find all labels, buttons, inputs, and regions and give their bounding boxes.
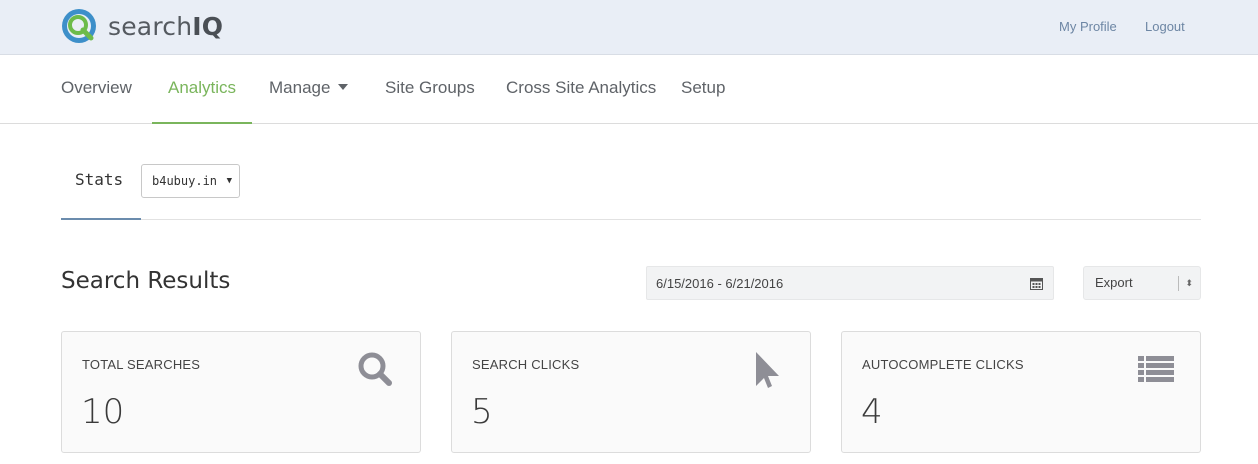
- search-icon: [358, 352, 392, 386]
- nav-manage[interactable]: Manage: [253, 55, 364, 124]
- logo-text: searchIQ: [108, 11, 224, 41]
- card-value: 10: [81, 392, 125, 432]
- card-label: TOTAL SEARCHES: [82, 357, 201, 372]
- stats-tab-label: Stats: [75, 170, 124, 189]
- date-range-value: 6/15/2016 - 6/21/2016: [656, 276, 784, 291]
- nav-overview[interactable]: Overview: [45, 55, 148, 124]
- logo-mark-icon: [62, 9, 96, 43]
- updown-arrows-icon: ⬍: [1185, 278, 1193, 288]
- top-bar: searchIQ My Profile Logout: [0, 0, 1258, 55]
- nav-site-groups[interactable]: Site Groups: [369, 55, 491, 124]
- export-divider: [1178, 276, 1179, 291]
- card-label: SEARCH CLICKS: [472, 357, 580, 372]
- logo[interactable]: searchIQ: [60, 6, 223, 46]
- logout-link[interactable]: Logout: [1145, 19, 1185, 34]
- site-select[interactable]: b4ubuy.in ▼: [141, 164, 240, 198]
- select-arrow-icon: ▼: [226, 176, 232, 186]
- main-nav: Overview Analytics Manage Site Groups Cr…: [0, 55, 1258, 124]
- page-title: Search Results: [61, 268, 231, 294]
- list-icon: [1138, 356, 1174, 382]
- date-range-picker[interactable]: 6/15/2016 - 6/21/2016: [646, 266, 1054, 300]
- my-profile-link[interactable]: My Profile: [1059, 19, 1117, 34]
- autocomplete-clicks-card: AUTOCOMPLETE CLICKS 4: [841, 331, 1201, 453]
- nav-manage-label: Manage: [269, 78, 331, 97]
- stats-tab-row: Stats b4ubuy.in ▼: [61, 124, 1201, 220]
- card-label: AUTOCOMPLETE CLICKS: [862, 357, 1024, 372]
- cursor-icon: [756, 352, 779, 388]
- caret-down-icon: [338, 83, 349, 90]
- nav-analytics[interactable]: Analytics: [152, 55, 253, 124]
- card-value: 5: [471, 392, 493, 432]
- nav-cross-site-analytics[interactable]: Cross Site Analytics: [490, 55, 672, 124]
- export-label: Export: [1095, 275, 1133, 290]
- calendar-icon: [1030, 278, 1043, 290]
- site-select-value: b4ubuy.in: [152, 174, 218, 188]
- tab-stats[interactable]: Stats: [61, 124, 141, 220]
- search-clicks-card: SEARCH CLICKS 5: [451, 331, 811, 453]
- nav-setup[interactable]: Setup: [665, 55, 741, 124]
- export-select[interactable]: Export ⬍: [1083, 266, 1201, 300]
- card-value: 4: [861, 392, 883, 432]
- total-searches-card: TOTAL SEARCHES 10: [61, 331, 421, 453]
